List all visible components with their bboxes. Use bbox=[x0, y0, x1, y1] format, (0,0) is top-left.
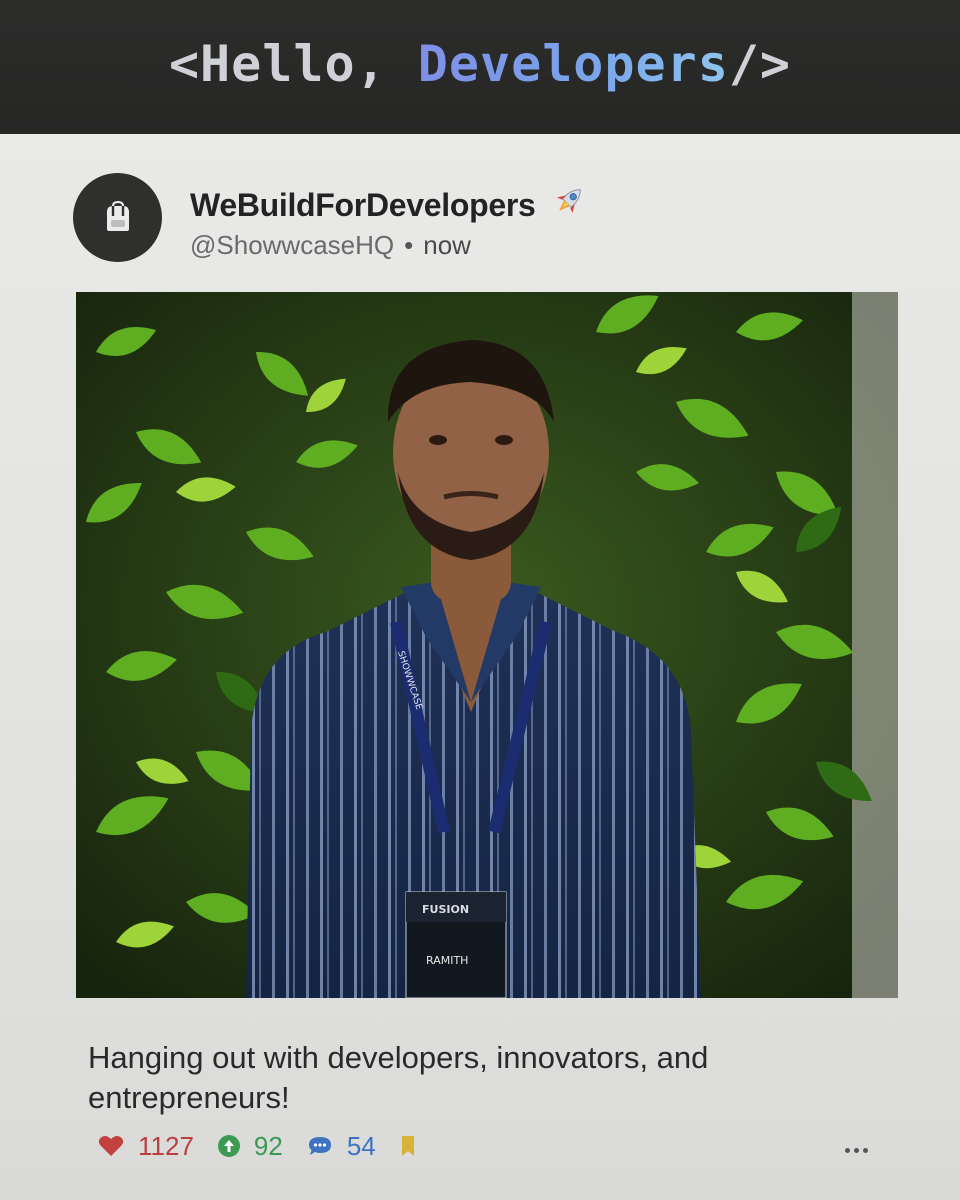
badge-event-text: FUSION bbox=[422, 903, 469, 916]
author-handle[interactable]: @ShowwcaseHQ bbox=[190, 230, 394, 260]
banner-accent-word: Developers bbox=[417, 35, 729, 93]
like-count: 1127 bbox=[138, 1130, 194, 1161]
upvote-button[interactable]: 92 bbox=[217, 1130, 283, 1162]
post-meta: @ShowwcaseHQ • now bbox=[190, 230, 471, 261]
heart-icon bbox=[98, 1136, 124, 1156]
like-button[interactable]: 1127 bbox=[98, 1131, 194, 1162]
backpack-logo-icon bbox=[106, 200, 129, 231]
comment-bubble-icon bbox=[308, 1137, 331, 1155]
more-options-icon[interactable] bbox=[845, 1148, 868, 1153]
author-name-text: WeBuildForDevelopers bbox=[190, 187, 536, 223]
banner-close-tag: /> bbox=[728, 35, 792, 93]
banner-title: <Hello, Developers/> bbox=[169, 35, 791, 93]
comment-count: 54 bbox=[346, 1130, 376, 1161]
avatar[interactable] bbox=[73, 173, 162, 262]
post-time: now bbox=[423, 230, 471, 260]
rocket-icon bbox=[550, 182, 588, 228]
upvote-count: 92 bbox=[253, 1130, 283, 1161]
reaction-bar: 1127 92 54 bbox=[98, 1128, 454, 1164]
author-name[interactable]: WeBuildForDevelopers bbox=[190, 182, 588, 228]
post-card: WeBuildForDevelopers @ShowwcaseHQ • now bbox=[0, 134, 960, 1200]
comment-button[interactable]: 54 bbox=[307, 1131, 376, 1162]
banner-open-tag: <Hello, bbox=[168, 35, 418, 93]
post-photo[interactable]: FUSION RAMITH SHOWWCASE bbox=[76, 292, 898, 998]
meta-separator: • bbox=[404, 230, 414, 260]
post-caption: Hanging out with developers, innovators,… bbox=[88, 1040, 709, 1115]
header-banner: <Hello, Developers/> bbox=[0, 0, 960, 134]
bookmark-icon bbox=[401, 1136, 414, 1156]
bookmark-button[interactable] bbox=[400, 1135, 430, 1157]
upvote-arrow-icon bbox=[217, 1135, 240, 1157]
badge-name-text: RAMITH bbox=[426, 954, 468, 967]
